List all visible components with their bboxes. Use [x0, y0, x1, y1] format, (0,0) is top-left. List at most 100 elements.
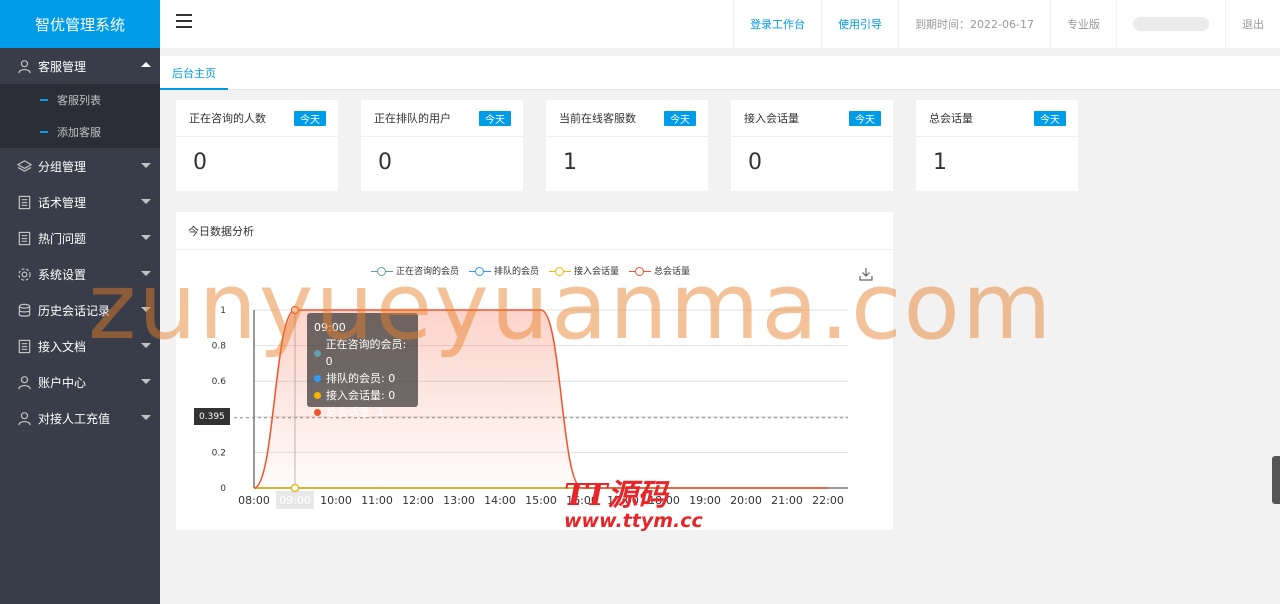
x-tick-label: 15:00 [525, 494, 557, 507]
tooltip-row: 接入会话量: 0 [314, 387, 411, 404]
sidebar-submenu: 客服列表 添加客服 [0, 84, 160, 148]
today-badge: 今天 [849, 111, 881, 126]
stat-card: 总会话量 今天 1 [916, 100, 1078, 191]
sidebar-item-label: 分组管理 [38, 159, 87, 174]
chart-tooltip: 09:00 正在咨询的会员: 0 排队的会员: 0 接入会话量: 0 总会话量: 1 [307, 313, 418, 419]
series-dot [314, 392, 321, 399]
sidebar-subitem-label: 添加客服 [57, 126, 101, 139]
x-tick-label: 11:00 [361, 494, 393, 507]
y-tick-label: 0 [220, 484, 226, 494]
card-value: 1 [563, 150, 577, 175]
x-tick-label: 10:00 [320, 494, 352, 507]
x-tick-label: 21:00 [771, 494, 803, 507]
sidebar-item[interactable]: 话术管理 [0, 184, 160, 220]
x-tick-label: 09:00 [279, 494, 311, 507]
card-value: 0 [748, 150, 762, 175]
header-nav: 登录工作台 使用引导 到期时间：2022-06-17 专业版 退出 [733, 0, 1280, 48]
data-point [290, 483, 300, 493]
user-icon [16, 374, 32, 390]
sidebar-item[interactable]: 接入文档 [0, 328, 160, 364]
layers-icon [16, 158, 32, 174]
sidebar-subitem-label: 客服列表 [57, 94, 101, 107]
sidebar-item[interactable]: 分组管理 [0, 148, 160, 184]
legend-label: 正在咨询的会员 [396, 267, 460, 277]
today-badge: 今天 [479, 111, 511, 126]
x-tick-label: 16:00 [566, 494, 598, 507]
series-dot [314, 375, 321, 382]
legend-item[interactable]: 正在咨询的会员 [371, 264, 459, 277]
x-tick-label: 13:00 [443, 494, 475, 507]
sidebar-item-label: 系统设置 [38, 267, 87, 282]
today-badge: 今天 [1034, 111, 1066, 126]
sidebar-item-label: 接入文档 [38, 339, 87, 354]
legend-item[interactable]: 接入会话量 [549, 264, 619, 277]
stat-card: 接入会话量 今天 0 [731, 100, 893, 191]
username-blurred[interactable] [1116, 0, 1225, 48]
y-tick-label: 0.8 [212, 342, 227, 352]
dash-marker [40, 131, 48, 133]
x-tick-label: 14:00 [484, 494, 516, 507]
x-tick-label: 22:00 [812, 494, 844, 507]
sidebar-subitem[interactable]: 添加客服 [0, 116, 160, 148]
document-icon [16, 230, 32, 246]
panel-title: 今日数据分析 [176, 212, 893, 250]
database-icon [16, 302, 32, 318]
header: 登录工作台 使用引导 到期时间：2022-06-17 专业版 退出 [160, 0, 1280, 48]
y-tick-label: 1 [220, 306, 226, 316]
card-value: 0 [193, 150, 207, 175]
login-workbench-link[interactable]: 登录工作台 [733, 0, 821, 48]
logout-link[interactable]: 退出 [1225, 0, 1280, 48]
chevron-up-icon [141, 62, 151, 67]
legend-marker [371, 266, 393, 276]
sidebar-item-label: 热门问题 [38, 231, 87, 246]
stat-card: 当前在线客服数 今天 1 [546, 100, 708, 191]
legend-marker [629, 266, 652, 276]
tooltip-time: 09:00 [314, 321, 346, 334]
chevron-down-icon [141, 235, 151, 240]
x-tick-label: 12:00 [402, 494, 434, 507]
y-tick-label: 0.6 [212, 377, 227, 387]
chevron-down-icon [141, 307, 151, 312]
today-badge: 今天 [294, 111, 326, 126]
chevron-down-icon [141, 415, 151, 420]
chart-panel: 今日数据分析 00.20.40.60.8108:0009:0010:0011:0… [176, 212, 893, 530]
expire-date: 到期时间：2022-06-17 [898, 0, 1050, 48]
user-icon [16, 58, 32, 74]
today-badge: 今天 [664, 111, 696, 126]
sidebar-item[interactable]: 历史会话记录 [0, 292, 160, 328]
sidebar-item[interactable]: 热门问题 [0, 220, 160, 256]
hamburger-icon[interactable] [176, 14, 192, 34]
chevron-down-icon [141, 379, 151, 384]
chevron-down-icon [141, 163, 151, 168]
sidebar-item[interactable]: 对接人工充值 [0, 400, 160, 436]
chevron-down-icon [141, 271, 151, 276]
chart-legend: 正在咨询的会员 排队的会员 接入会话量 总会话量 [371, 264, 700, 277]
x-tick-label: 18:00 [648, 494, 680, 507]
document-icon [16, 194, 32, 210]
legend-label: 总会话量 [654, 267, 691, 277]
side-handle[interactable] [1272, 456, 1280, 504]
sidebar-item[interactable]: 系统设置 [0, 256, 160, 292]
tooltip-rows: 正在咨询的会员: 0 排队的会员: 0 接入会话量: 0 总会话量: 1 [314, 336, 411, 421]
tab-home[interactable]: 后台主页 [160, 56, 228, 90]
sidebar-item-label: 历史会话记录 [38, 303, 111, 318]
download-icon[interactable] [859, 267, 873, 281]
sidebar-item-label: 账户中心 [38, 375, 87, 390]
legend-item[interactable]: 排队的会员 [469, 264, 539, 277]
chevron-down-icon [141, 343, 151, 348]
sidebar-subitem[interactable]: 客服列表 [0, 84, 160, 116]
card-value: 0 [378, 150, 392, 175]
sidebar-item[interactable]: 客服管理 [0, 48, 160, 84]
guide-link[interactable]: 使用引导 [821, 0, 898, 48]
tooltip-row: 总会话量: 1 [314, 404, 411, 421]
tooltip-row-label: 接入会话量: 0 [326, 389, 396, 402]
sidebar-item[interactable]: 账户中心 [0, 364, 160, 400]
series-dot [314, 409, 321, 416]
stat-card: 正在咨询的人数 今天 0 [176, 100, 338, 191]
document-icon [16, 338, 32, 354]
chart-area[interactable]: 00.20.40.60.8108:0009:0010:0011:0012:001… [176, 250, 893, 530]
stat-card: 正在排队的用户 今天 0 [361, 100, 523, 191]
edition-label: 专业版 [1050, 0, 1116, 48]
sidebar-item-label: 话术管理 [38, 195, 87, 210]
legend-item[interactable]: 总会话量 [629, 264, 690, 277]
